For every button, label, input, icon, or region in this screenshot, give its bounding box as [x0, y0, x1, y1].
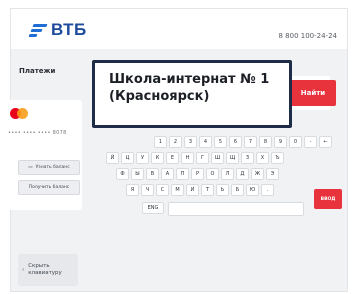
- key[interactable]: -: [304, 136, 317, 148]
- key[interactable]: Й: [106, 152, 119, 164]
- check-balance-button[interactable]: ▭ Узнать баланс: [18, 160, 80, 175]
- key[interactable]: И: [186, 184, 199, 196]
- top-bar: ВТБ 8 800 100-24-24: [11, 9, 347, 49]
- key[interactable]: Д: [236, 168, 249, 180]
- keyboard-row-3: Я Ч С М И Т Ь Б Ю .: [126, 184, 274, 196]
- key[interactable]: П: [176, 168, 189, 180]
- key[interactable]: Г: [196, 152, 209, 164]
- key[interactable]: Э: [266, 168, 279, 180]
- key[interactable]: Ц: [121, 152, 134, 164]
- key[interactable]: Л: [221, 168, 234, 180]
- key[interactable]: А: [161, 168, 174, 180]
- key[interactable]: Ф: [116, 168, 129, 180]
- kiosk-frame: ВТБ 8 800 100-24-24 Платежи •••• •••• ••…: [0, 0, 356, 294]
- mastercard-icon: [10, 108, 28, 120]
- key[interactable]: .: [261, 184, 274, 196]
- card-number: •••• •••• •••• 8078: [8, 130, 67, 136]
- key[interactable]: Е: [166, 152, 179, 164]
- chevron-left-icon: ‹: [22, 267, 25, 273]
- popup-line-1: Школа-интернат № 1: [109, 72, 270, 87]
- section-title: Платежи: [19, 67, 56, 75]
- key[interactable]: С: [156, 184, 169, 196]
- key[interactable]: Н: [181, 152, 194, 164]
- key[interactable]: 5: [214, 136, 227, 148]
- suggestion-popup[interactable]: Школа-интернат № 1 (Красноярск): [92, 60, 292, 128]
- key[interactable]: Ш: [211, 152, 224, 164]
- key[interactable]: З: [241, 152, 254, 164]
- enter-key[interactable]: ВВОД: [314, 189, 342, 209]
- language-key[interactable]: ENG: [142, 202, 164, 214]
- key[interactable]: Р: [191, 168, 204, 180]
- key[interactable]: Я: [126, 184, 139, 196]
- key[interactable]: 2: [169, 136, 182, 148]
- get-balance-label: Получить баланс: [28, 185, 70, 190]
- key[interactable]: М: [171, 184, 184, 196]
- popup-line-2: (Красноярск): [109, 89, 210, 104]
- backspace-key[interactable]: ←: [319, 136, 332, 148]
- key[interactable]: 9: [274, 136, 287, 148]
- key[interactable]: Т: [201, 184, 214, 196]
- find-button[interactable]: Найти: [290, 80, 336, 106]
- logo-text: ВТБ: [51, 20, 87, 39]
- keyboard-row-4: ENG: [142, 202, 164, 214]
- get-balance-button[interactable]: Получить баланс: [18, 180, 80, 195]
- key[interactable]: 8: [259, 136, 272, 148]
- hide-keyboard-button[interactable]: ‹ Скрыть клавиатуру: [18, 254, 78, 286]
- key[interactable]: 0: [289, 136, 302, 148]
- key[interactable]: 1: [154, 136, 167, 148]
- key[interactable]: Ы: [131, 168, 144, 180]
- support-phone: 8 800 100-24-24: [278, 32, 338, 40]
- logo-icon: [28, 23, 48, 37]
- key[interactable]: Ж: [251, 168, 264, 180]
- key[interactable]: В: [146, 168, 159, 180]
- keyboard-row-1: Й Ц У К Е Н Г Ш Щ З Х Ъ: [106, 152, 284, 164]
- vtb-logo: ВТБ: [28, 20, 87, 39]
- key[interactable]: О: [206, 168, 219, 180]
- key[interactable]: Ь: [216, 184, 229, 196]
- space-key[interactable]: [168, 202, 304, 216]
- key[interactable]: 4: [199, 136, 212, 148]
- key[interactable]: К: [151, 152, 164, 164]
- key[interactable]: Б: [231, 184, 244, 196]
- key[interactable]: Ъ: [271, 152, 284, 164]
- check-balance-label: Узнать баланс: [35, 165, 70, 170]
- key[interactable]: У: [136, 152, 149, 164]
- keyboard-row-digits: 1 2 3 4 5 6 7 8 9 0 - ←: [154, 136, 332, 148]
- hide-keyboard-label: Скрыть клавиатуру: [28, 263, 62, 276]
- key[interactable]: Ч: [141, 184, 154, 196]
- keyboard-row-2: Ф Ы В А П Р О Л Д Ж Э: [116, 168, 279, 180]
- print-icon: ▭: [28, 165, 33, 170]
- key[interactable]: Х: [256, 152, 269, 164]
- key[interactable]: Щ: [226, 152, 239, 164]
- key[interactable]: 7: [244, 136, 257, 148]
- key[interactable]: 6: [229, 136, 242, 148]
- key[interactable]: 3: [184, 136, 197, 148]
- key[interactable]: Ю: [246, 184, 259, 196]
